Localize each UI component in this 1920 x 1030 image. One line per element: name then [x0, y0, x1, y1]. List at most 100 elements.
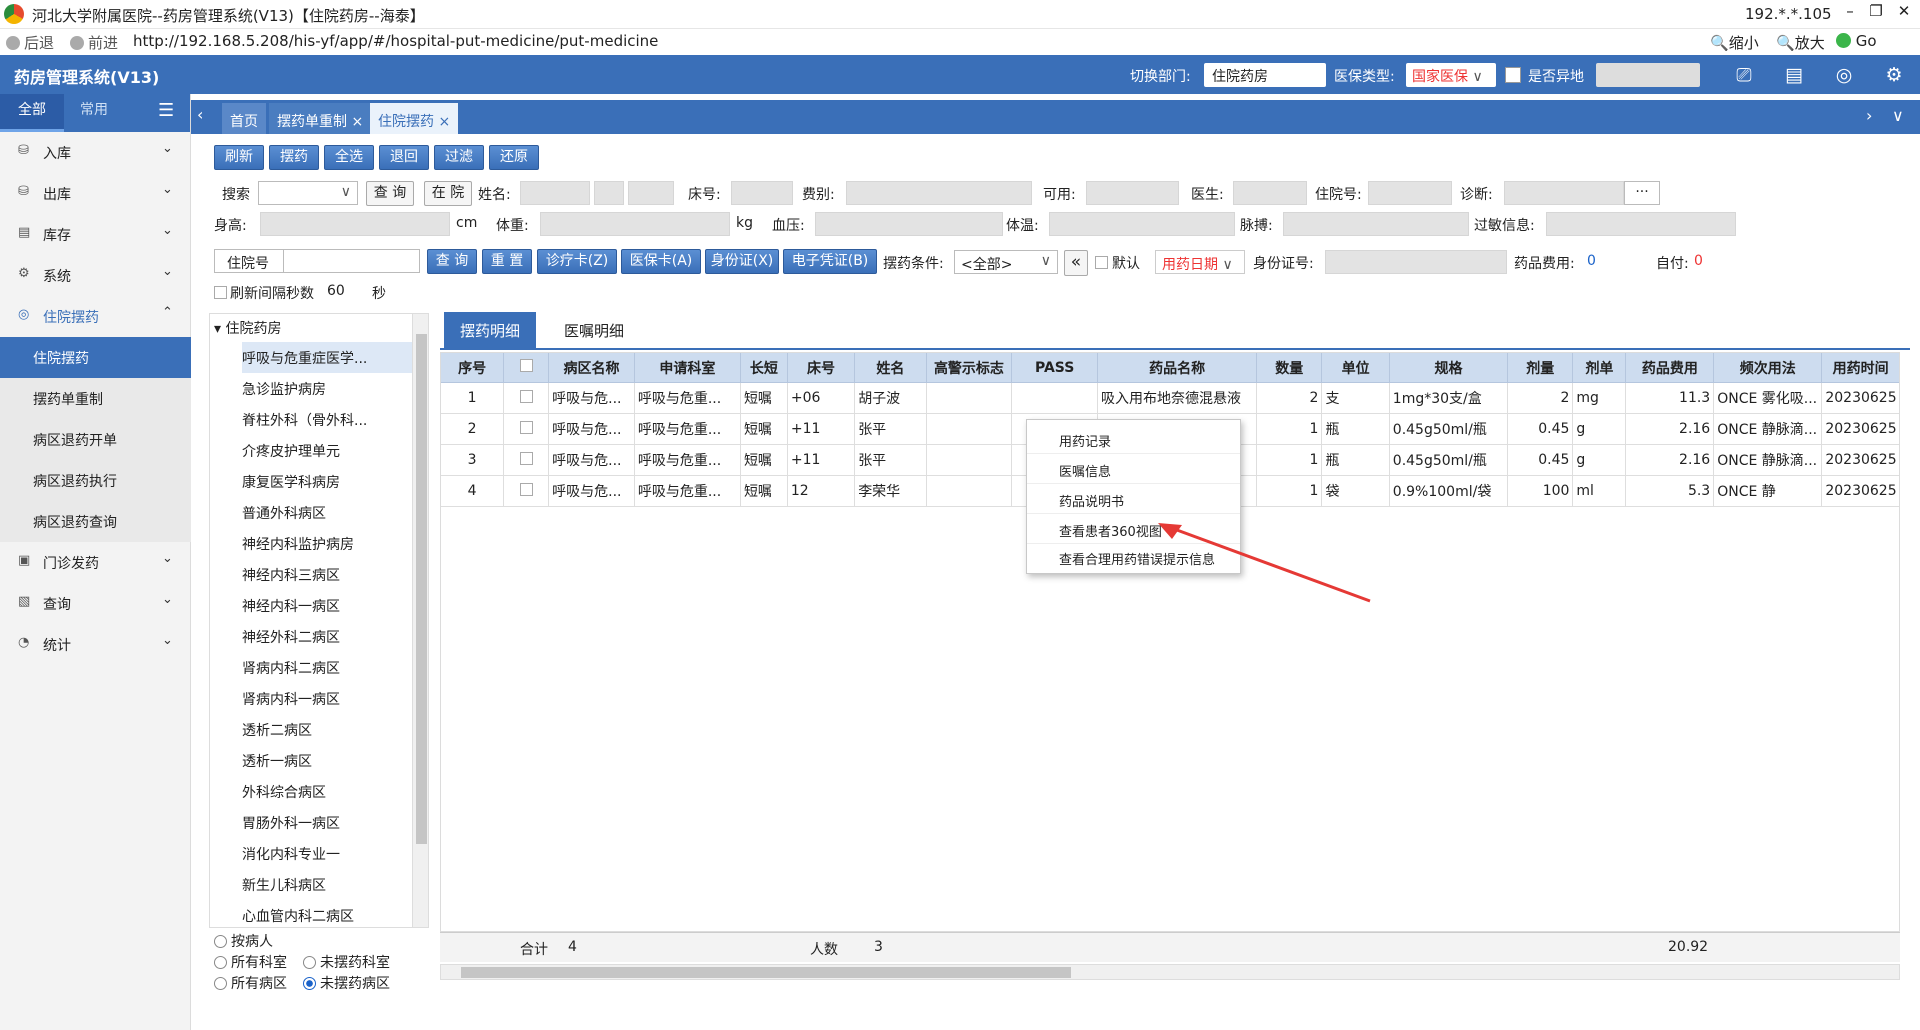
- remote-field[interactable]: [1596, 63, 1700, 87]
- ward-item[interactable]: 新生儿科病区: [242, 869, 412, 900]
- refresh-button[interactable]: 刷新: [214, 145, 264, 170]
- menu-icon[interactable]: ☰: [158, 100, 174, 121]
- radio-all-ward[interactable]: 所有病区: [214, 973, 287, 993]
- ward-item[interactable]: 神经内科监护病房: [242, 528, 412, 559]
- ward-scrollbar[interactable]: [412, 314, 428, 927]
- column-header[interactable]: 姓名: [854, 352, 927, 383]
- default-checkbox[interactable]: [1095, 256, 1108, 269]
- sidebar-tab-common[interactable]: 常用: [80, 94, 108, 126]
- ward-item[interactable]: 神经内科三病区: [242, 559, 412, 590]
- select-all-checkbox[interactable]: [519, 359, 533, 372]
- chevron-right-icon[interactable]: ›: [1866, 106, 1872, 125]
- diagnosis-more-button[interactable]: ···: [1624, 181, 1660, 205]
- insurance-card-button[interactable]: 医保卡(A): [621, 249, 701, 274]
- scroll-thumb[interactable]: [416, 334, 427, 844]
- column-header[interactable]: PASS: [1011, 352, 1098, 383]
- zoom-in-button[interactable]: 🔍放大: [1776, 32, 1825, 53]
- sidebar-sub-reprint[interactable]: 摆药单重制: [0, 378, 191, 419]
- sidebar-tab-all[interactable]: 全部: [0, 94, 64, 132]
- ward-item[interactable]: 普通外科病区: [242, 497, 412, 528]
- menu-item-order-info[interactable]: 医嘱信息: [1027, 454, 1240, 484]
- ward-item[interactable]: 心血管内科二病区: [242, 900, 412, 927]
- theme-icon[interactable]: ◎: [1832, 64, 1856, 86]
- column-header[interactable]: 规格: [1388, 352, 1509, 383]
- filter-button[interactable]: 过滤: [434, 145, 484, 170]
- ward-item[interactable]: 急诊监护病房: [242, 373, 412, 404]
- column-header[interactable]: 高警示标志: [925, 352, 1013, 383]
- forward-button[interactable]: 前进: [70, 32, 118, 53]
- query-button-2[interactable]: 查 询: [427, 249, 477, 274]
- column-header[interactable]: 数量: [1256, 352, 1323, 383]
- screen-icon[interactable]: ⎚: [1732, 64, 1756, 86]
- ward-item[interactable]: 透析二病区: [242, 714, 412, 745]
- go-button[interactable]: Go: [1836, 32, 1877, 50]
- ward-item[interactable]: 胃肠外科一病区: [242, 807, 412, 838]
- sidebar-sub-return-open[interactable]: 病区退药开单: [0, 419, 191, 460]
- horizontal-scrollbar[interactable]: [440, 964, 1900, 980]
- name-field[interactable]: [520, 181, 590, 205]
- dispense-button[interactable]: 摆药: [269, 145, 319, 170]
- column-header[interactable]: 频次用法: [1713, 352, 1823, 383]
- row-checkbox[interactable]: [519, 420, 533, 434]
- sidebar-item-inventory[interactable]: ▤ 库存 ⌄: [0, 214, 191, 254]
- scroll-thumb[interactable]: [461, 967, 1071, 978]
- inhospital-button[interactable]: 在 院: [424, 181, 472, 206]
- sidebar-sub-dispense[interactable]: 住院摆药: [0, 337, 191, 378]
- column-header[interactable]: 长短: [739, 352, 788, 383]
- ward-item[interactable]: 介疼皮护理单元: [242, 435, 412, 466]
- zoom-out-button[interactable]: 🔍缩小: [1710, 32, 1759, 53]
- sidebar-item-export[interactable]: ⛁ 出库 ⌄: [0, 173, 191, 213]
- fee-type-field[interactable]: [846, 181, 1032, 205]
- row-checkbox[interactable]: [519, 389, 533, 403]
- allergy-field[interactable]: [1546, 212, 1736, 236]
- weight-field[interactable]: [540, 212, 730, 236]
- url-field[interactable]: http://192.168.5.208/his-yf/app/#/hospit…: [133, 32, 658, 50]
- admission-search-input[interactable]: 住院号: [214, 249, 420, 273]
- ward-item[interactable]: 康复医学科病房: [242, 466, 412, 497]
- query-button[interactable]: 查 询: [366, 181, 414, 206]
- temp-field[interactable]: [1049, 212, 1235, 236]
- minimize-button[interactable]: –: [1840, 2, 1860, 20]
- restore-button[interactable]: 还原: [489, 145, 539, 170]
- ward-item[interactable]: 肾病内科一病区: [242, 683, 412, 714]
- e-cert-button[interactable]: 电子凭证(B): [783, 249, 877, 274]
- id-card-button[interactable]: 身份证(X): [705, 249, 779, 274]
- condition-select[interactable]: <全部> ∨: [954, 250, 1058, 274]
- tab-home[interactable]: 首页: [222, 103, 266, 134]
- close-icon[interactable]: ×: [438, 114, 450, 130]
- column-header[interactable]: 剂单: [1572, 352, 1627, 383]
- sidebar-item-dispense[interactable]: ◎ 住院摆药 ⌃: [0, 296, 191, 336]
- close-window-button[interactable]: ✕: [1894, 2, 1914, 20]
- ward-item[interactable]: 消化内科专业一: [242, 838, 412, 869]
- back-button[interactable]: 后退: [6, 32, 54, 53]
- name-field-3[interactable]: [628, 181, 674, 205]
- radio-all-dept[interactable]: 所有科室: [214, 952, 287, 972]
- bp-field[interactable]: [815, 212, 1003, 236]
- usable-field[interactable]: [1086, 181, 1179, 205]
- header-select-all[interactable]: [503, 352, 550, 383]
- ward-item[interactable]: 外科综合病区: [242, 776, 412, 807]
- tab-reprint[interactable]: 摆药单重制 ×: [269, 103, 372, 134]
- sidebar-item-stats[interactable]: ◔ 统计 ⌄: [0, 624, 191, 664]
- reset-button[interactable]: 重 置: [482, 249, 532, 274]
- ward-item[interactable]: 神经内科一病区: [242, 590, 412, 621]
- sidebar-item-system[interactable]: ⚙ 系统 ⌄: [0, 255, 191, 295]
- medical-card-button[interactable]: 诊疗卡(Z): [537, 249, 617, 274]
- refresh-checkbox[interactable]: [214, 286, 227, 299]
- sidebar-sub-return-query[interactable]: 病区退药查询: [0, 501, 191, 542]
- diagnosis-field[interactable]: [1504, 181, 1624, 205]
- document-icon[interactable]: ▤: [1782, 64, 1806, 86]
- radio-unput-ward[interactable]: 未摆药病区: [303, 973, 390, 993]
- menu-item-drug-manual[interactable]: 药品说明书: [1027, 484, 1240, 514]
- ward-item[interactable]: 肾病内科二病区: [242, 652, 412, 683]
- select-all-button[interactable]: 全选: [324, 145, 374, 170]
- doctor-field[interactable]: [1233, 181, 1307, 205]
- row-checkbox[interactable]: [519, 482, 533, 496]
- pulse-field[interactable]: [1283, 212, 1469, 236]
- column-header[interactable]: 用药时间: [1821, 352, 1900, 383]
- refresh-interval-input[interactable]: 60: [321, 280, 375, 304]
- search-select[interactable]: ∨: [258, 181, 358, 205]
- sidebar-item-import[interactable]: ⛁ 入库 ⌄: [0, 132, 191, 172]
- gear-icon[interactable]: ⚙: [1882, 64, 1906, 86]
- close-icon[interactable]: ×: [351, 114, 363, 130]
